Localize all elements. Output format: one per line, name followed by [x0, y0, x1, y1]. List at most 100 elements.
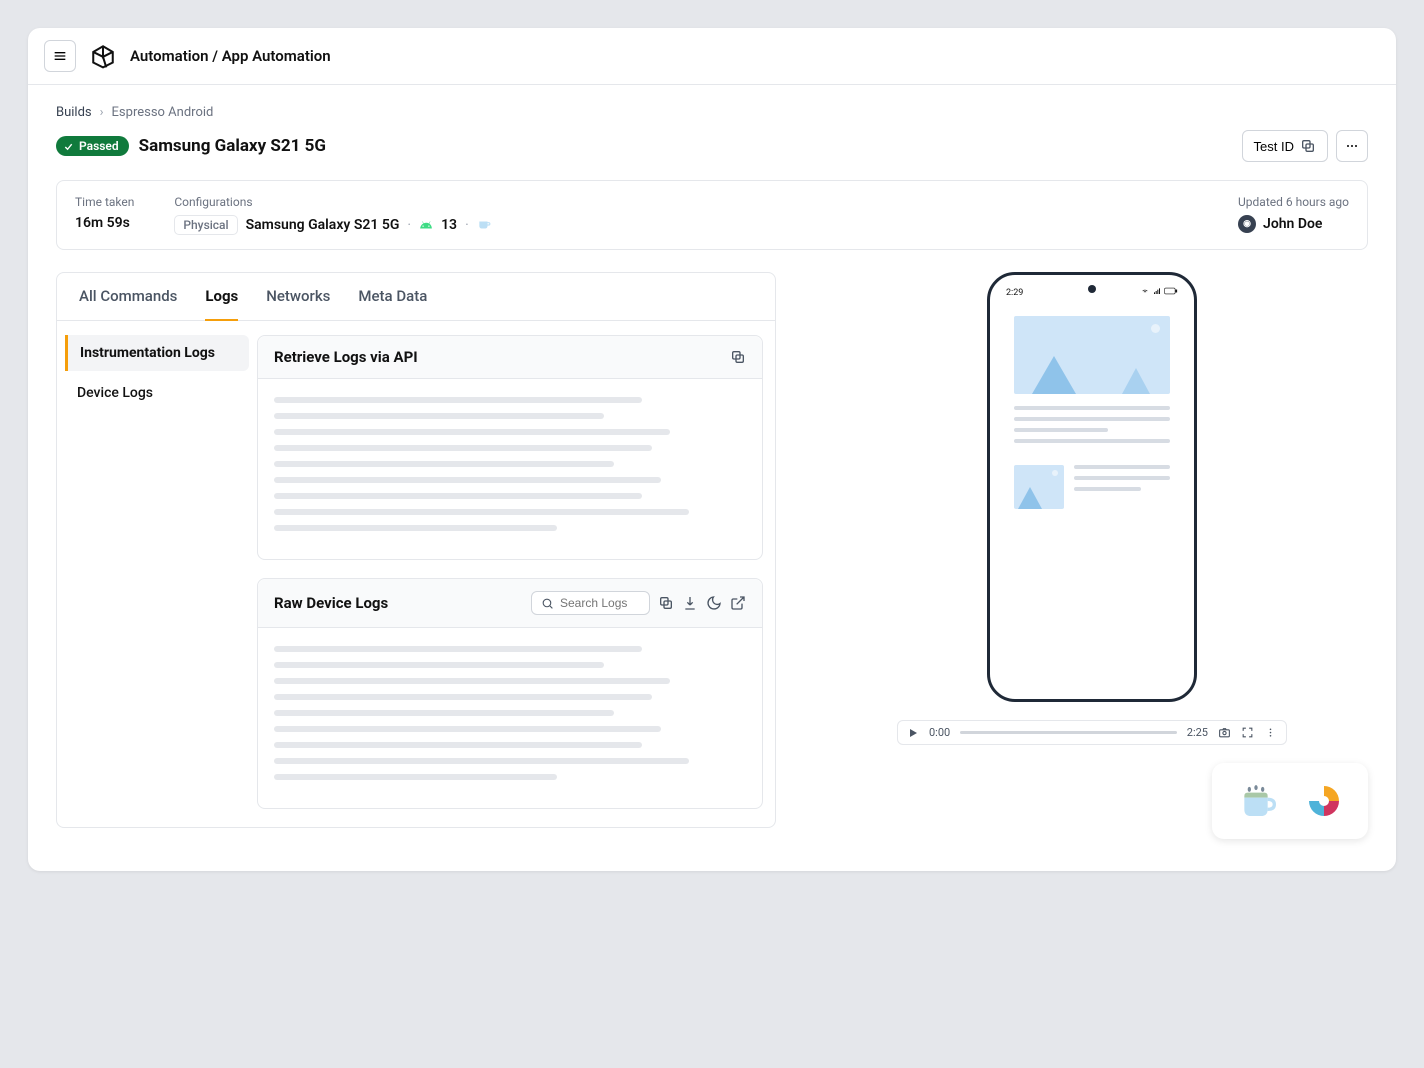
user-row: ◉ John Doe — [1238, 215, 1349, 233]
skeleton-line — [274, 397, 642, 403]
device-time: 2:29 — [1006, 288, 1023, 298]
placeholder-line — [1014, 439, 1170, 443]
skeleton-line — [274, 493, 642, 499]
device-status-icons — [1140, 287, 1178, 298]
spinner-logo-icon — [1304, 781, 1344, 821]
cup-icon — [477, 218, 491, 232]
download-icon[interactable] — [682, 595, 698, 611]
placeholder-line — [1014, 428, 1108, 432]
status-badge: Passed — [56, 136, 129, 156]
skeleton-line — [274, 429, 670, 435]
device-preview-pane: 2:29 — [816, 272, 1368, 839]
logs-panel: All Commands Logs Networks Meta Data Ins… — [56, 272, 776, 828]
fullscreen-icon[interactable] — [1241, 726, 1254, 739]
hamburger-icon — [52, 48, 68, 64]
skeleton-line — [274, 726, 661, 732]
skeleton-line — [274, 694, 652, 700]
avatar: ◉ — [1238, 215, 1256, 233]
placeholder-thumb — [1014, 465, 1064, 509]
time-taken-value: 16m 59s — [75, 215, 134, 231]
app-window: Automation / App Automation Builds › Esp… — [28, 28, 1396, 871]
player-total-time: 2:25 — [1187, 726, 1208, 739]
search-logs-box[interactable] — [531, 591, 650, 615]
title-row: Passed Samsung Galaxy S21 5G Test ID — [56, 130, 1368, 162]
battery-icon — [1164, 287, 1178, 295]
play-icon[interactable] — [907, 727, 919, 739]
device-screen — [1000, 300, 1184, 537]
player-progress-bar[interactable] — [960, 731, 1177, 734]
time-taken-label: Time taken — [75, 195, 134, 209]
raw-logs-title: Raw Device Logs — [274, 594, 523, 612]
skeleton-line — [274, 710, 614, 716]
tab-logs[interactable]: Logs — [205, 287, 238, 321]
chevron-right-icon: › — [100, 105, 104, 120]
skeleton-line — [274, 509, 689, 515]
raw-logs-header: Raw Device Logs — [258, 579, 762, 628]
page-title: Samsung Galaxy S21 5G — [139, 136, 326, 156]
more-horizontal-icon — [1344, 138, 1360, 154]
external-link-icon[interactable] — [730, 595, 746, 611]
placeholder-image — [1014, 316, 1170, 394]
sidebar-item-device-logs[interactable]: Device Logs — [65, 375, 249, 411]
device-name: Samsung Galaxy S21 5G — [246, 217, 400, 233]
android-icon — [419, 218, 433, 232]
raw-logs-body — [258, 628, 762, 808]
os-version: 13 — [441, 217, 457, 233]
device-status-bar: 2:29 — [1000, 285, 1184, 300]
skeleton-line — [274, 477, 661, 483]
tab-all-commands[interactable]: All Commands — [79, 287, 177, 320]
search-logs-input[interactable] — [560, 596, 640, 610]
placeholder-line — [1074, 465, 1170, 469]
skeleton-line — [274, 461, 614, 467]
config-row: Physical Samsung Galaxy S21 5G · 13 · — [174, 215, 490, 235]
more-actions-button[interactable] — [1336, 130, 1368, 162]
signal-icon — [1152, 287, 1162, 295]
breadcrumb-root[interactable]: Builds — [56, 105, 92, 120]
raw-device-logs-card: Raw Device Logs — [257, 578, 763, 809]
more-vertical-icon[interactable] — [1264, 726, 1277, 739]
wifi-icon — [1140, 287, 1150, 295]
camera-icon[interactable] — [1218, 726, 1231, 739]
hamburger-menu-button[interactable] — [44, 40, 76, 72]
separator-dot: · — [407, 217, 411, 233]
placeholder-line — [1074, 476, 1170, 480]
retrieve-logs-body — [258, 379, 762, 559]
placeholder-line — [1014, 417, 1170, 421]
framework-logos-card — [1212, 763, 1368, 839]
meta-card: Time taken 16m 59s Configurations Physic… — [56, 180, 1368, 250]
skeleton-line — [274, 742, 642, 748]
config-label: Configurations — [174, 195, 490, 209]
copy-icon[interactable] — [730, 349, 746, 365]
main-split: All Commands Logs Networks Meta Data Ins… — [56, 272, 1368, 839]
tabs: All Commands Logs Networks Meta Data — [57, 273, 775, 321]
skeleton-line — [274, 758, 689, 764]
copy-icon — [1300, 138, 1316, 154]
skeleton-line — [274, 445, 652, 451]
user-name: John Doe — [1263, 216, 1322, 232]
device-frame: 2:29 — [987, 272, 1197, 702]
title-actions: Test ID — [1242, 130, 1368, 162]
placeholder-row — [1014, 465, 1170, 521]
logs-sidebar: Instrumentation Logs Device Logs — [57, 321, 257, 827]
tab-meta-data[interactable]: Meta Data — [358, 287, 427, 320]
sidebar-item-instrumentation-logs[interactable]: Instrumentation Logs — [65, 335, 249, 371]
copy-icon[interactable] — [658, 595, 674, 611]
test-id-label: Test ID — [1254, 139, 1294, 154]
separator-dot: · — [465, 217, 469, 233]
header-breadcrumb: Automation / App Automation — [130, 47, 331, 65]
espresso-logo-icon — [1236, 781, 1276, 821]
player-current-time: 0:00 — [929, 726, 950, 739]
updated-label: Updated 6 hours ago — [1238, 195, 1349, 209]
moon-icon[interactable] — [706, 595, 722, 611]
check-icon — [63, 141, 74, 152]
skeleton-line — [274, 774, 557, 780]
test-id-button[interactable]: Test ID — [1242, 130, 1328, 162]
video-player[interactable]: 0:00 2:25 — [897, 720, 1287, 745]
placeholder-line — [1014, 406, 1170, 410]
brand-logo-icon — [90, 43, 116, 69]
retrieve-logs-title: Retrieve Logs via API — [274, 348, 722, 366]
placeholder-line — [1074, 487, 1141, 491]
tab-networks[interactable]: Networks — [266, 287, 330, 320]
skeleton-line — [274, 646, 642, 652]
placeholder-thumb-lines — [1074, 465, 1170, 498]
